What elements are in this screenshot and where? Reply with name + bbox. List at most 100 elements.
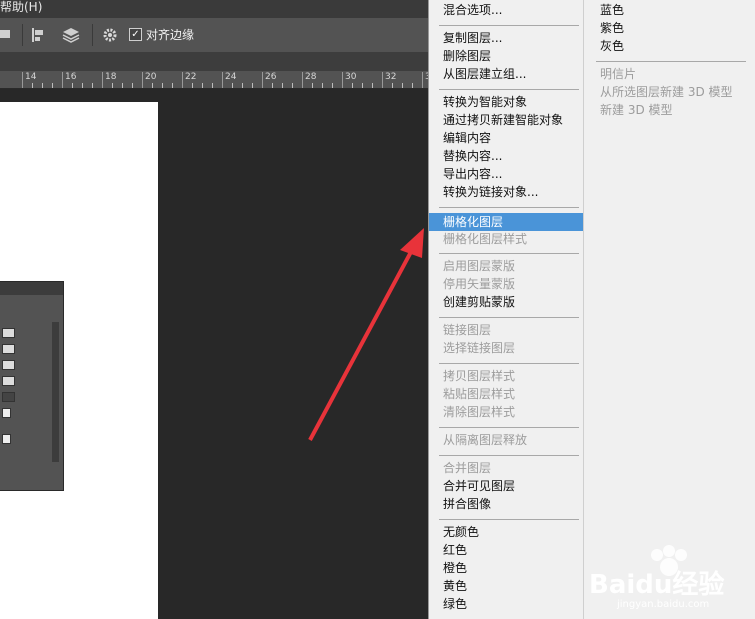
menu-item[interactable]: 创建剪贴蒙版	[443, 294, 515, 310]
menu-item: 清除图层样式	[443, 405, 516, 419]
ruler-minor-tick	[132, 83, 133, 88]
menu-item[interactable]: 黄色	[443, 578, 467, 594]
ruler-major-tick	[102, 72, 103, 88]
menu-separator	[439, 455, 579, 456]
menu-item[interactable]: 删除图层	[443, 48, 491, 64]
ruler-label: 30	[345, 72, 357, 82]
ruler-minor-tick	[242, 83, 243, 88]
menu-item[interactable]: 从图层建立组...	[443, 66, 526, 82]
ruler-major-tick	[342, 72, 343, 88]
panel-control[interactable]	[2, 392, 15, 402]
menu-separator	[596, 61, 746, 62]
panel-header[interactable]	[0, 282, 63, 295]
align-edges-checkbox[interactable]: ✓	[129, 28, 142, 41]
menu-item[interactable]: 合并可见图层	[443, 478, 515, 494]
ruler-minor-tick	[152, 83, 153, 88]
align-edges-label: 对齐边缘	[146, 28, 195, 42]
menu-item: 粘贴图层样式	[443, 387, 516, 401]
ruler-label: 16	[65, 72, 77, 82]
ruler-minor-tick	[232, 83, 233, 88]
ruler-minor-tick	[52, 83, 53, 88]
menu-separator	[439, 519, 579, 520]
menu-item[interactable]: 通过拷贝新建智能对象	[443, 112, 563, 128]
ruler-label: 14	[25, 72, 37, 82]
menu-item[interactable]: 栅格化图层	[443, 214, 503, 230]
ruler-minor-tick	[322, 83, 323, 88]
menu-separator	[439, 317, 579, 318]
align-icon[interactable]	[0, 26, 14, 44]
ruler-label: 18	[105, 72, 117, 82]
ruler-major-tick	[62, 72, 63, 88]
menu-item[interactable]: 蓝色	[600, 2, 624, 18]
ruler-label: 20	[145, 72, 157, 82]
menu-item[interactable]: 紫色	[600, 20, 624, 36]
menu-item: 停用矢量蒙版	[443, 277, 516, 291]
ruler-minor-tick	[402, 83, 403, 88]
ruler-label: 32	[385, 72, 397, 82]
ruler-minor-tick	[82, 83, 83, 88]
ruler-minor-tick	[252, 83, 253, 88]
menubar-fragment[interactable]: 帮助(H)	[0, 0, 42, 15]
menu-item[interactable]: 转换为链接对象...	[443, 184, 538, 200]
panel-control[interactable]	[2, 360, 15, 370]
ruler-minor-tick	[42, 83, 43, 88]
ruler-major-tick	[142, 72, 143, 88]
menu-item[interactable]: 拼合图像	[443, 496, 491, 512]
watermark-logo: Baidu经验 jingyan.baidu.com	[589, 545, 724, 610]
ruler-minor-tick	[292, 83, 293, 88]
menu-item[interactable]: 导出内容...	[443, 166, 502, 182]
menu-item[interactable]: 混合选项...	[443, 2, 502, 18]
panel-control[interactable]	[2, 328, 15, 338]
menu-item[interactable]: 灰色	[600, 38, 624, 54]
ruler-minor-tick	[362, 83, 363, 88]
panel-checkbox[interactable]	[2, 408, 11, 418]
ruler-major-tick	[262, 72, 263, 88]
menu-item[interactable]: 转换为智能对象	[443, 94, 527, 110]
menu-separator	[439, 25, 579, 26]
menu-item[interactable]: 无颜色	[443, 524, 479, 540]
red-arrow	[308, 228, 424, 441]
ruler-major-tick	[22, 72, 23, 88]
document-tab-bar	[0, 52, 428, 71]
menu-item[interactable]: 编辑内容	[443, 130, 491, 146]
panel-checkbox[interactable]	[2, 434, 11, 444]
menu-separator	[439, 363, 579, 364]
context-menu-column-2: 蓝色紫色灰色明信片从所选图层新建 3D 模型 新建 3D 模型	[583, 0, 755, 619]
ruler-major-tick	[382, 72, 383, 88]
menu-item[interactable]: 替换内容...	[443, 148, 502, 164]
menu-item[interactable]: 红色	[443, 542, 467, 558]
ruler-minor-tick	[32, 83, 33, 88]
menu-item: 从所选图层新建 3D 模型	[600, 85, 733, 99]
ruler-label: 24	[225, 72, 237, 82]
ruler-minor-tick	[392, 83, 393, 88]
ruler-label: 28	[305, 72, 317, 82]
menu-item[interactable]: 复制图层...	[443, 30, 502, 46]
gear-icon[interactable]	[100, 26, 122, 44]
menu-item: 明信片	[600, 67, 637, 81]
menu-item: 新建 3D 模型	[600, 103, 673, 117]
distribute-icon[interactable]	[30, 26, 50, 44]
ruler-minor-tick	[272, 83, 273, 88]
ruler-minor-tick	[412, 83, 413, 88]
ruler-minor-tick	[212, 83, 213, 88]
floating-panel	[0, 281, 64, 491]
ruler-label: 22	[185, 72, 197, 82]
menu-item[interactable]: 绿色	[443, 596, 467, 612]
separator	[92, 24, 93, 46]
ruler-minor-tick	[312, 83, 313, 88]
ruler-minor-tick	[202, 83, 203, 88]
context-menu: 混合选项... 复制图层... 删除图层从图层建立组... 转换为智能对象通过拷贝新建…	[428, 0, 584, 619]
ruler-minor-tick	[332, 83, 333, 88]
menu-item[interactable]: 橙色	[443, 560, 467, 576]
arrange-layers-icon[interactable]	[60, 26, 82, 44]
menu-separator	[439, 89, 579, 90]
separator	[22, 24, 23, 46]
menu-item: 合并图层	[443, 461, 492, 475]
menu-separator	[439, 427, 579, 428]
ruler-label: 26	[265, 72, 277, 82]
ruler-minor-tick	[192, 83, 193, 88]
menu-item: 栅格化图层样式	[443, 232, 528, 246]
panel-scrollbar[interactable]	[52, 322, 59, 462]
panel-control[interactable]	[2, 344, 15, 354]
panel-control[interactable]	[2, 376, 15, 386]
